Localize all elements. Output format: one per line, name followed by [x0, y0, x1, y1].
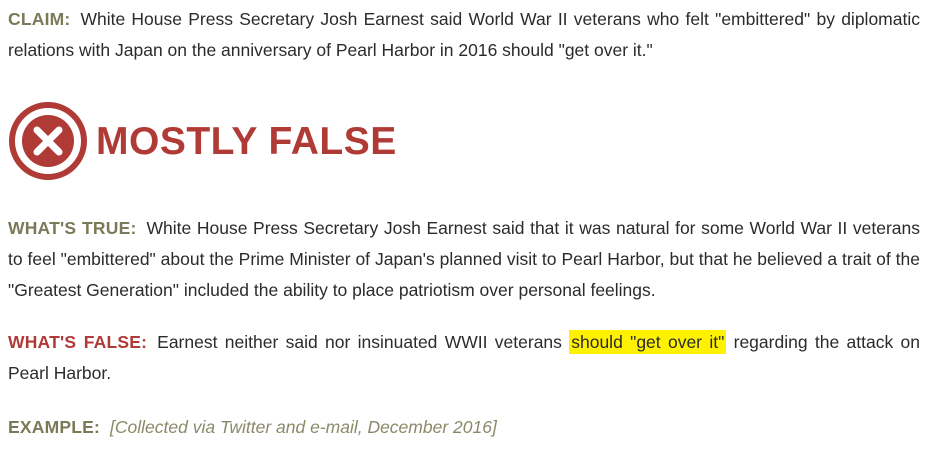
rating-text: MOSTLY FALSE [96, 119, 397, 163]
whats-true-text: White House Press Secretary Josh Earnest… [8, 218, 920, 300]
claim-text: White House Press Secretary Josh Earnest… [8, 9, 920, 60]
example-text: [Collected via Twitter and e-mail, Decem… [110, 417, 497, 437]
whats-false-text-before: Earnest neither said nor insinuated WWII… [157, 332, 570, 352]
example-label: EXAMPLE: [8, 417, 101, 437]
whats-true-label: WHAT'S TRUE: [8, 218, 137, 238]
example-paragraph: EXAMPLE: [Collected via Twitter and e-mai… [8, 412, 920, 443]
whats-true-paragraph: WHAT'S TRUE: White House Press Secretary … [8, 213, 920, 306]
whats-false-paragraph: WHAT'S FALSE: Earnest neither said nor in… [8, 327, 920, 389]
claim-label: CLAIM: [8, 9, 71, 29]
whats-false-label: WHAT'S FALSE: [8, 332, 148, 352]
x-circle-icon [9, 102, 87, 180]
claim-paragraph: CLAIM: White House Press Secretary Josh E… [8, 4, 920, 66]
rating-badge: MOSTLY FALSE [8, 100, 397, 182]
highlighted-quote: should "get over it" [569, 330, 727, 354]
